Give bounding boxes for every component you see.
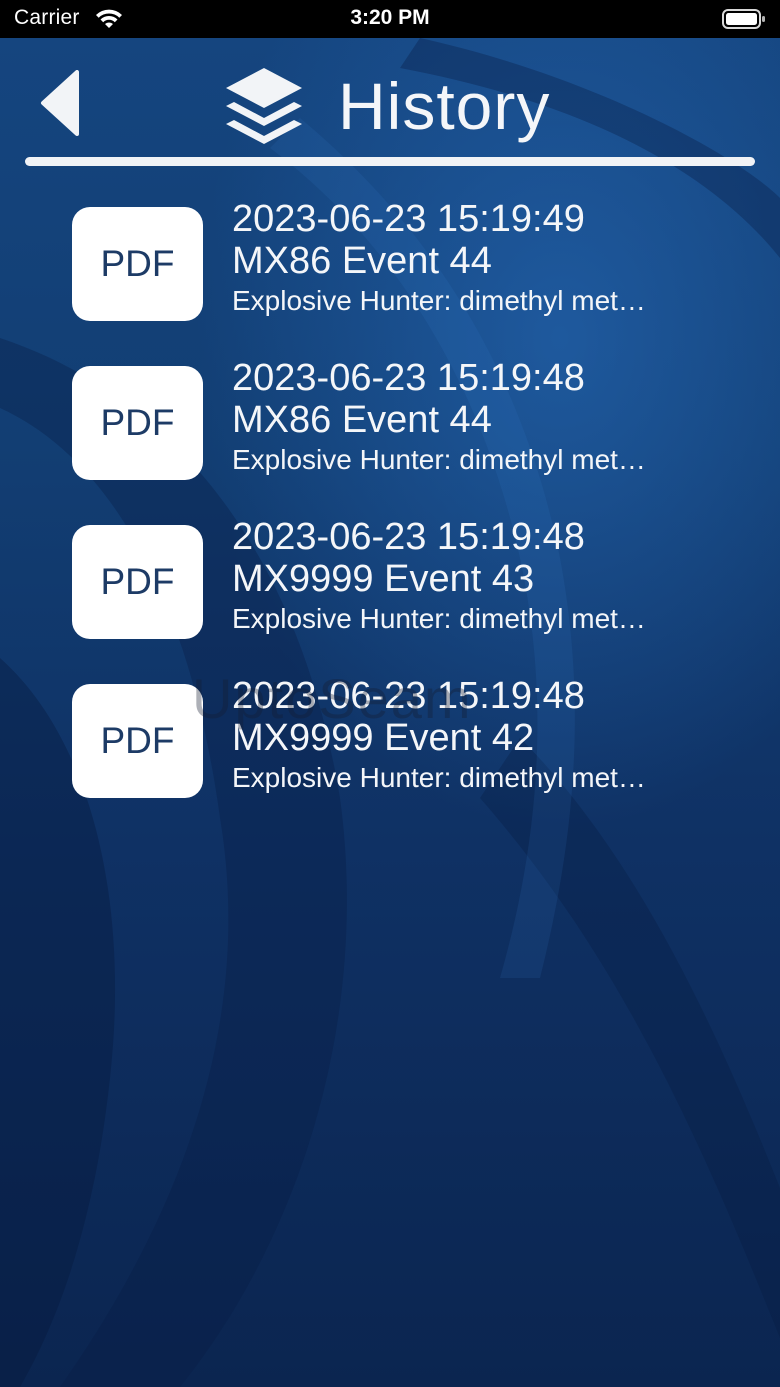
history-item-text: 2023-06-23 15:19:48 MX86 Event 44 Explos… [232,357,702,479]
history-list: PDF 2023-06-23 15:19:49 MX86 Event 44 Ex… [0,195,780,831]
title-group: History [220,56,550,156]
chevron-left-icon [41,70,79,136]
header-divider [25,157,755,166]
history-item-name: MX86 Event 44 [232,240,492,282]
history-item-description: Explosive Hunter: dimethyl met… [232,444,646,475]
history-item[interactable]: PDF 2023-06-23 15:19:48 MX86 Event 44 Ex… [0,354,780,513]
history-item-text: 2023-06-23 15:19:49 MX86 Event 44 Explos… [232,198,702,320]
pdf-icon: PDF [72,207,203,321]
history-item[interactable]: PDF 2023-06-23 15:19:48 MX9999 Event 43 … [0,513,780,672]
history-item-text: 2023-06-23 15:19:48 MX9999 Event 42 Expl… [232,675,702,797]
clock-label: 3:20 PM [350,6,430,29]
pdf-icon: PDF [72,366,203,480]
back-button[interactable] [30,68,86,138]
page-title: History [338,69,551,143]
history-item-description: Explosive Hunter: dimethyl met… [232,603,646,634]
history-item-date: 2023-06-23 15:19:48 [232,357,585,399]
history-item-description: Explosive Hunter: dimethyl met… [232,285,646,316]
pdf-icon: PDF [72,684,203,798]
layers-icon [226,68,302,144]
history-item-date: 2023-06-23 15:19:48 [232,516,585,558]
history-item-text: 2023-06-23 15:19:48 MX9999 Event 43 Expl… [232,516,702,638]
history-item-name: MX9999 Event 42 [232,717,535,759]
status-bar: Carrier 3:20 PM [0,0,780,38]
header: History [0,38,780,170]
history-item[interactable]: PDF 2023-06-23 15:19:48 MX9999 Event 42 … [0,672,780,831]
history-item-description: Explosive Hunter: dimethyl met… [232,762,646,793]
history-item-date: 2023-06-23 15:19:49 [232,198,585,240]
history-item-name: MX86 Event 44 [232,399,492,441]
history-item-date: 2023-06-23 15:19:48 [232,675,585,717]
battery-icon [722,8,766,35]
history-item-name: MX9999 Event 43 [232,558,535,600]
history-item[interactable]: PDF 2023-06-23 15:19:49 MX86 Event 44 Ex… [0,195,780,354]
pdf-icon: PDF [72,525,203,639]
